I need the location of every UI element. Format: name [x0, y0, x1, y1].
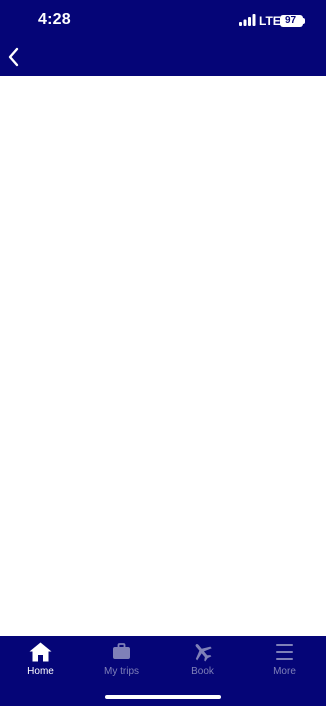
network-type: LTE — [259, 14, 281, 28]
battery-level: 97 — [284, 15, 297, 26]
home-indicator — [105, 695, 221, 699]
briefcase-icon — [113, 643, 130, 659]
tab-more[interactable]: More — [244, 636, 325, 686]
status-time: 4:28 — [38, 11, 71, 28]
menu-icon — [276, 644, 293, 660]
battery-tip — [303, 18, 305, 24]
tab-more-label: More — [273, 666, 296, 677]
battery-icon: 97 — [280, 15, 303, 27]
chevron-left-icon[interactable] — [4, 45, 24, 69]
header: 4:28 LTE 97 — [0, 0, 326, 76]
tab-book-label: Book — [191, 666, 214, 677]
tab-my-trips[interactable]: My trips — [81, 636, 162, 686]
tab-home-label: Home — [27, 666, 54, 677]
status-bar: 4:28 LTE 97 — [0, 0, 326, 40]
tab-bar: Home My trips Book More — [0, 636, 326, 706]
airplane-icon — [195, 643, 212, 662]
tab-home[interactable]: Home — [0, 636, 81, 686]
cellular-signal-icon — [239, 14, 256, 26]
tab-book[interactable]: Book — [162, 636, 243, 686]
tab-my-trips-label: My trips — [104, 666, 139, 677]
content-area — [0, 76, 326, 636]
app-screen: 4:28 LTE 97 Home My trips Book More — [0, 0, 326, 706]
home-icon — [29, 642, 52, 662]
